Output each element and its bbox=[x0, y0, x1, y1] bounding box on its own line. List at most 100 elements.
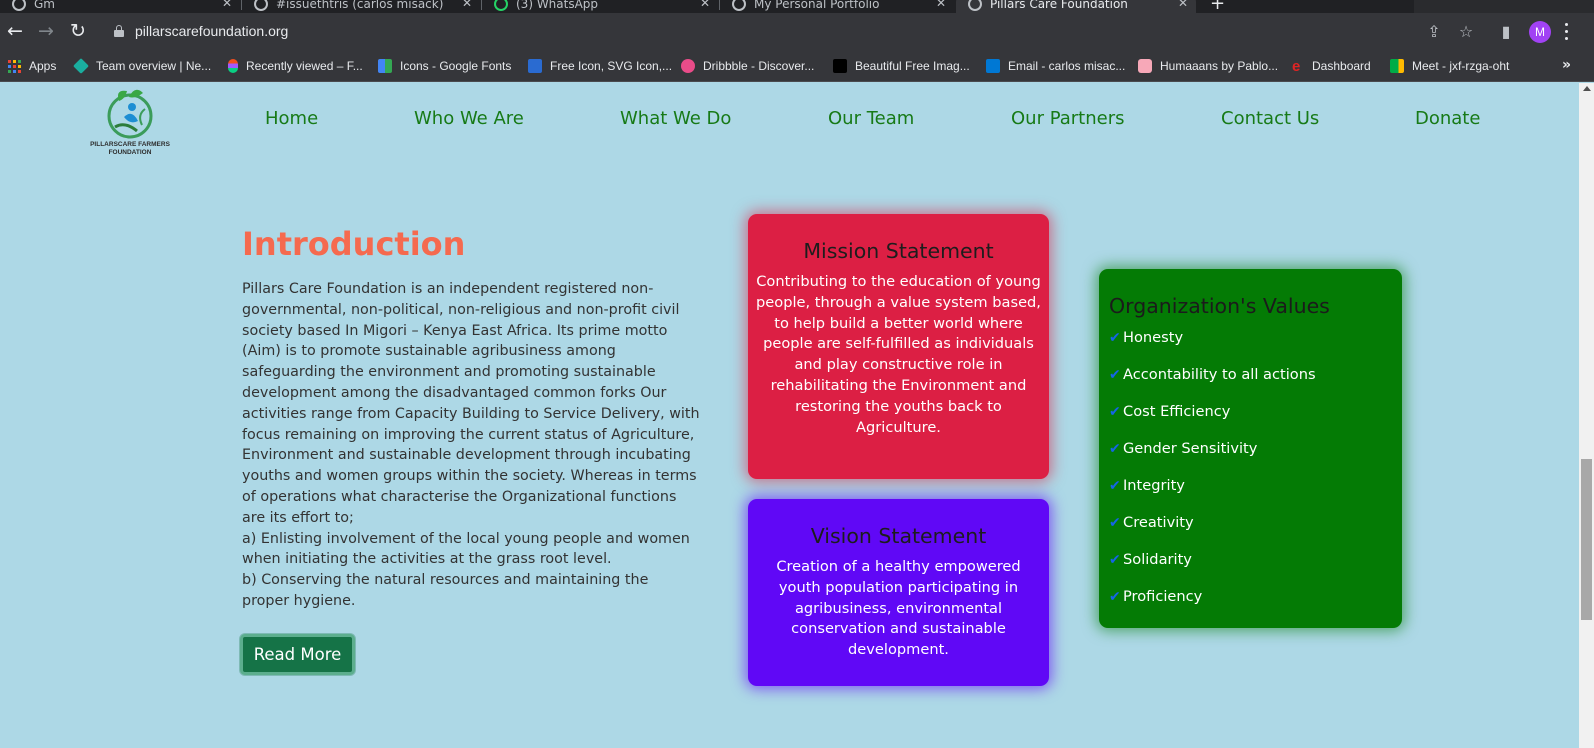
vision-card: Vision Statement Creation of a healthy e… bbox=[748, 499, 1049, 686]
chevron-double-right-icon[interactable]: » bbox=[1562, 57, 1571, 73]
scrollbar-thumb[interactable] bbox=[1581, 459, 1592, 620]
page-scrollbar[interactable] bbox=[1579, 83, 1594, 748]
share-icon[interactable]: ⇪ bbox=[1424, 22, 1444, 42]
value-label: Gender Sensitivity bbox=[1123, 440, 1258, 457]
dashboard-icon: e bbox=[1292, 57, 1301, 75]
check-icon: ✔ bbox=[1109, 403, 1121, 420]
mission-title: Mission Statement bbox=[803, 239, 994, 263]
nav-who-we-are[interactable]: Who We Are bbox=[414, 108, 524, 129]
check-icon: ✔ bbox=[1109, 588, 1121, 605]
site-logo[interactable]: PILLARSCARE FARMERS FOUNDATION bbox=[85, 85, 175, 157]
nav-what-we-do[interactable]: What We Do bbox=[620, 108, 731, 129]
lock-icon[interactable] bbox=[114, 25, 124, 37]
whatsapp-icon bbox=[494, 0, 508, 11]
page-content: PILLARSCARE FARMERS FOUNDATION Home Who … bbox=[0, 83, 1579, 748]
value-label: Proficiency bbox=[1123, 588, 1203, 605]
value-item: ✔ Honesty bbox=[1109, 329, 1183, 346]
profile-avatar[interactable]: M bbox=[1529, 21, 1551, 43]
nav-donate[interactable]: Donate bbox=[1415, 108, 1480, 129]
back-arrow-icon[interactable]: ← bbox=[4, 20, 26, 42]
close-icon[interactable]: ✕ bbox=[700, 0, 710, 10]
bookmark-dribbble[interactable]: Dribbble - Discover... bbox=[681, 56, 814, 76]
bookmark-figma[interactable]: Recently viewed – F... bbox=[228, 56, 363, 76]
dribbble-icon bbox=[681, 59, 695, 73]
logo-text: PILLARSCARE FARMERS FOUNDATION bbox=[90, 141, 170, 156]
bookmarks-bar: Apps Team overview | Ne... Recently view… bbox=[0, 50, 1594, 82]
nav-our-partners[interactable]: Our Partners bbox=[1011, 108, 1125, 129]
bookmark-label: Dribbble - Discover... bbox=[703, 59, 815, 73]
chrome-icon bbox=[254, 0, 268, 11]
flaticon-icon bbox=[528, 59, 542, 73]
tab-slack[interactable]: #issuethtris (carlos misack) ✕ bbox=[242, 0, 480, 13]
bookmark-meet[interactable]: Meet - jxf-rzga-oht bbox=[1390, 56, 1509, 76]
value-label: Honesty bbox=[1123, 329, 1184, 346]
value-item: ✔ Cost Efficiency bbox=[1109, 403, 1230, 420]
value-item: ✔ Accontability to all actions bbox=[1109, 366, 1316, 383]
value-item: ✔ Solidarity bbox=[1109, 551, 1192, 568]
value-label: Solidarity bbox=[1123, 551, 1192, 568]
menu-icon[interactable] bbox=[1565, 23, 1569, 40]
intro-heading: Introduction bbox=[242, 225, 466, 263]
bookmark-star-icon[interactable]: ☆ bbox=[1456, 22, 1476, 42]
values-title: Organization's Values bbox=[1109, 294, 1330, 318]
tab-portfolio[interactable]: My Personal Portfolio ✕ bbox=[720, 0, 954, 13]
team-icon bbox=[73, 58, 89, 74]
meet-icon bbox=[1390, 59, 1404, 73]
browser-toolbar: ← → ↻ pillarscarefoundation.org ⇪ ☆ ▮ M bbox=[0, 13, 1594, 50]
mission-body: Contributing to the education of young p… bbox=[756, 273, 1041, 436]
bookmark-humaaans[interactable]: Humaaans by Pablo... bbox=[1138, 56, 1278, 76]
nav-home[interactable]: Home bbox=[265, 108, 318, 129]
chrome-icon bbox=[732, 0, 746, 11]
tab-gmail[interactable]: Gm ✕ bbox=[0, 0, 240, 13]
intro-point-b: b) Conserving the natural resources and … bbox=[242, 572, 649, 609]
tab-title: (3) WhatsApp bbox=[516, 0, 599, 11]
bookmark-label: Recently viewed – F... bbox=[246, 59, 363, 73]
check-icon: ✔ bbox=[1109, 551, 1121, 568]
unsplash-icon bbox=[833, 59, 847, 73]
chrome-icon bbox=[12, 0, 26, 11]
chrome-icon bbox=[968, 0, 982, 11]
close-icon[interactable]: ✕ bbox=[936, 0, 946, 10]
value-item: ✔ Creativity bbox=[1109, 514, 1194, 531]
reload-icon[interactable]: ↻ bbox=[67, 20, 89, 42]
side-panel-icon[interactable]: ▮ bbox=[1496, 22, 1516, 42]
value-label: Integrity bbox=[1123, 477, 1185, 494]
bookmark-outlook[interactable]: Email - carlos misac... bbox=[986, 56, 1125, 76]
values-card: Organization's Values ✔ Honesty ✔ Accontab… bbox=[1099, 269, 1402, 628]
tab-whatsapp[interactable]: (3) WhatsApp ✕ bbox=[482, 0, 718, 13]
close-icon[interactable]: ✕ bbox=[462, 0, 472, 10]
tab-strip: Gm ✕ #issuethtris (carlos misack) ✕ (3) … bbox=[0, 0, 1594, 13]
bookmark-label: Team overview | Ne... bbox=[96, 59, 212, 73]
bookmark-label: Beautiful Free Imag... bbox=[855, 59, 970, 73]
bookmark-label: Icons - Google Fonts bbox=[400, 59, 512, 73]
nav-contact-us[interactable]: Contact Us bbox=[1221, 108, 1319, 129]
apps-grid-icon bbox=[8, 59, 21, 73]
check-icon: ✔ bbox=[1109, 329, 1121, 346]
vision-title: Vision Statement bbox=[810, 524, 987, 548]
bookmark-unsplash[interactable]: Beautiful Free Imag... bbox=[833, 56, 970, 76]
figma-icon bbox=[228, 59, 238, 73]
bookmark-flaticon[interactable]: Free Icon, SVG Icon,... bbox=[528, 56, 672, 76]
close-icon[interactable]: ✕ bbox=[1178, 0, 1188, 10]
value-label: Cost Efficiency bbox=[1123, 403, 1231, 420]
tab-pillars-care[interactable]: Pillars Care Foundation ✕ bbox=[956, 0, 1196, 13]
bookmark-google-fonts[interactable]: Icons - Google Fonts bbox=[378, 56, 511, 76]
scroll-up-arrow-icon[interactable] bbox=[1583, 86, 1591, 91]
close-icon[interactable]: ✕ bbox=[222, 0, 232, 10]
check-icon: ✔ bbox=[1109, 477, 1121, 494]
humaaans-icon bbox=[1138, 59, 1152, 73]
forward-arrow-icon[interactable]: → bbox=[35, 20, 57, 42]
check-icon: ✔ bbox=[1109, 514, 1121, 531]
vision-body: Creation of a healthy empowered youth po… bbox=[776, 558, 1021, 659]
read-more-button[interactable]: Read More bbox=[240, 634, 355, 675]
bookmark-dashboard[interactable]: e Dashboard bbox=[1292, 56, 1371, 76]
check-icon: ✔ bbox=[1109, 366, 1121, 383]
value-item: ✔ Proficiency bbox=[1109, 588, 1202, 605]
tab-title: Pillars Care Foundation bbox=[990, 0, 1128, 11]
bookmark-team-overview[interactable]: Team overview | Ne... bbox=[73, 56, 212, 76]
address-bar[interactable]: pillarscarefoundation.org bbox=[135, 23, 288, 39]
new-tab-button[interactable]: + bbox=[1210, 0, 1225, 13]
nav-our-team[interactable]: Our Team bbox=[828, 108, 914, 129]
value-label: Accontability to all actions bbox=[1123, 366, 1316, 383]
bookmark-apps[interactable]: Apps bbox=[8, 56, 56, 76]
